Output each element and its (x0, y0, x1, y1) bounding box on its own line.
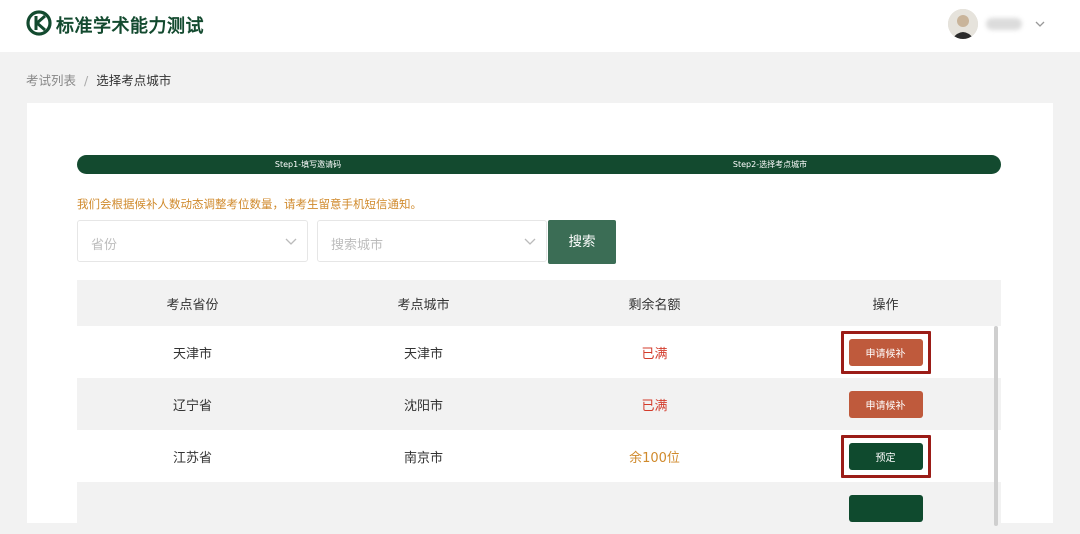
exam-site-table: 考点省份 考点城市 剩余名额 操作 天津市 天津市 已满 申请候补 辽宁省 沈阳… (77, 280, 1001, 534)
city-cell: 南京市 (403, 450, 443, 466)
chevron-down-icon[interactable] (1034, 18, 1046, 30)
province-placeholder: 省份 (91, 238, 118, 253)
apply-waitlist-button[interactable]: 申请候补 (848, 338, 923, 366)
username-redacted (986, 18, 1022, 30)
user-menu[interactable] (948, 9, 1046, 39)
header-province: 考点省份 (166, 297, 219, 313)
table-row: 辽宁省 沈阳市 已满 申请候补 (77, 378, 1001, 430)
table-header-row: 考点省份 考点城市 剩余名额 操作 (77, 280, 1001, 326)
city-search-select[interactable]: 搜索城市 (317, 220, 547, 262)
header-action: 操作 (872, 297, 899, 313)
chevron-down-icon (524, 238, 536, 245)
reserve-button[interactable]: 预定 (848, 442, 923, 470)
remaining-cell: 已满 (641, 346, 668, 362)
step-1: Step1-填写邀请码 (274, 160, 342, 169)
chevron-down-icon (285, 238, 297, 245)
breadcrumb: 考试列表 / 选择考点城市 (26, 70, 171, 89)
table-row: 天津市 天津市 已满 申请候补 (77, 326, 1001, 378)
table-row (77, 482, 1001, 534)
city-cell: 沈阳市 (403, 398, 443, 414)
city-placeholder: 搜索城市 (331, 238, 384, 253)
brand-logo[interactable]: 标准学术能力测试 (26, 10, 204, 40)
avatar[interactable] (948, 9, 978, 39)
search-button[interactable]: 搜索 (548, 220, 616, 264)
breadcrumb-current: 选择考点城市 (96, 73, 172, 88)
header-city: 考点城市 (397, 297, 450, 313)
step-progress-bar: Step1-填写邀请码 Step2-选择考点城市 (77, 155, 1001, 174)
table-scrollbar[interactable] (994, 326, 998, 526)
reserve-button[interactable] (848, 494, 923, 522)
action-cell: 预定 (770, 430, 1001, 482)
remaining-cell: 余100位 (629, 450, 680, 466)
highlight-box: 申请候补 (840, 330, 931, 374)
city-cell: 天津市 (403, 346, 443, 362)
province-cell: 天津市 (172, 346, 212, 362)
action-cell (770, 482, 1001, 534)
remaining-cell: 已满 (641, 398, 668, 414)
apply-waitlist-button[interactable]: 申请候补 (848, 390, 923, 418)
action-cell: 申请候补 (770, 378, 1001, 430)
waitlist-notice: 我们会根据候补人数动态调整考位数量，请考生留意手机短信通知。 (77, 197, 422, 211)
province-cell: 辽宁省 (172, 398, 212, 414)
breadcrumb-separator: / (84, 73, 89, 88)
table-row: 江苏省 南京市 余100位 预定 (77, 430, 1001, 482)
step-2: Step2-选择考点城市 (732, 160, 808, 169)
main-card: Step1-填写邀请码 Step2-选择考点城市 我们会根据候补人数动态调整考位… (27, 103, 1053, 534)
brand-logo-icon (26, 10, 52, 40)
breadcrumb-parent-link[interactable]: 考试列表 (26, 73, 76, 88)
action-cell: 申请候补 (770, 326, 1001, 378)
province-select[interactable]: 省份 (77, 220, 308, 262)
highlight-box: 预定 (840, 434, 931, 478)
header-remaining: 剩余名额 (628, 297, 681, 313)
province-cell: 江苏省 (172, 450, 212, 466)
top-header: 标准学术能力测试 (0, 0, 1080, 52)
brand-name: 标准学术能力测试 (56, 16, 204, 37)
